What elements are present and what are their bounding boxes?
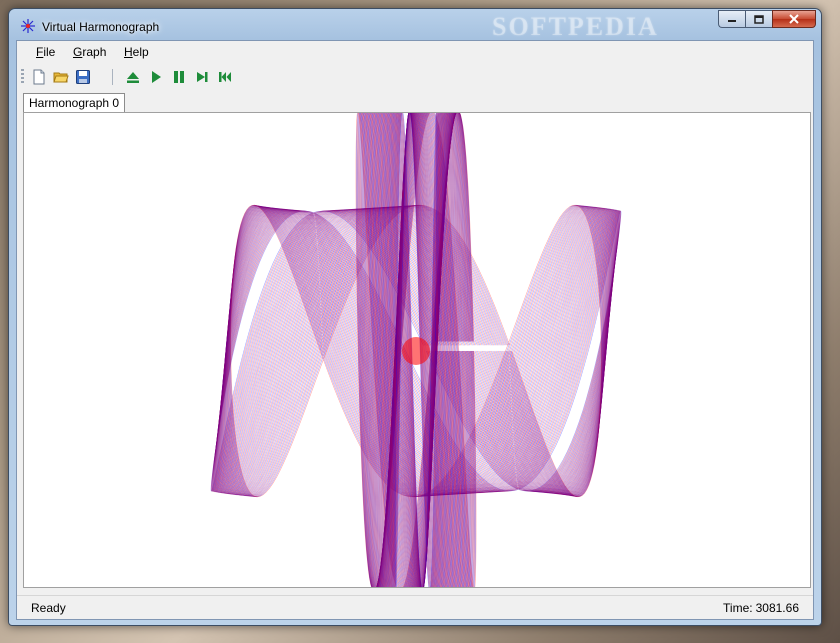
tab-strip: Harmonograph 0 xyxy=(17,91,813,113)
window-title: Virtual Harmonograph xyxy=(42,20,160,34)
status-text: Ready xyxy=(31,601,66,615)
maximize-icon xyxy=(754,14,764,24)
floppy-disk-icon xyxy=(76,70,90,84)
minimize-icon xyxy=(728,20,736,22)
menu-graph[interactable]: Graph xyxy=(73,45,106,59)
harmonograph-center-glow xyxy=(402,337,430,365)
menu-file-rest: ile xyxy=(43,45,56,59)
toolbar-grip[interactable] xyxy=(21,69,24,85)
time-label: Time: xyxy=(723,601,753,615)
status-bar: Ready Time: 3081.66 xyxy=(17,595,813,619)
client-area: File Graph Help Harmonograph 0 Ready Tim… xyxy=(16,40,814,620)
title-bar[interactable]: Virtual Harmonograph SOFTPEDIA xyxy=(9,9,821,41)
step-forward-icon xyxy=(197,72,208,82)
window-controls xyxy=(718,10,816,28)
pause-button[interactable] xyxy=(169,67,189,87)
play-button[interactable] xyxy=(146,67,166,87)
toolbar-separator xyxy=(112,69,113,85)
rewind-icon xyxy=(219,72,231,82)
new-document-button[interactable] xyxy=(29,67,49,87)
open-folder-button[interactable] xyxy=(51,67,71,87)
eject-button[interactable] xyxy=(123,67,143,87)
maximize-button[interactable] xyxy=(745,10,772,28)
time-readout: Time: 3081.66 xyxy=(723,601,799,615)
eject-icon xyxy=(127,72,139,83)
save-button[interactable] xyxy=(73,67,93,87)
menu-help-mnemonic: H xyxy=(124,45,133,59)
softpedia-watermark: SOFTPEDIA xyxy=(492,12,659,41)
tab-harmonograph-0[interactable]: Harmonograph 0 xyxy=(23,93,126,112)
time-value: 3081.66 xyxy=(755,601,799,615)
toolbar xyxy=(19,65,231,89)
app-window: Virtual Harmonograph SOFTPEDIA File Grap… xyxy=(8,8,822,626)
close-icon xyxy=(789,14,799,24)
step-forward-button[interactable] xyxy=(192,67,212,87)
menu-help[interactable]: Help xyxy=(124,45,149,59)
menu-help-rest: elp xyxy=(132,45,149,59)
new-page-icon xyxy=(33,69,45,85)
play-icon xyxy=(152,71,161,83)
folder-icon xyxy=(53,72,69,83)
menu-graph-mnemonic: G xyxy=(73,45,83,59)
harmonograph-drawing xyxy=(210,113,622,587)
menu-file[interactable]: File xyxy=(36,45,55,59)
menu-bar: File Graph Help xyxy=(17,41,813,63)
pause-icon xyxy=(174,71,184,83)
harmonograph-app-icon xyxy=(21,19,35,33)
close-button[interactable] xyxy=(772,10,816,28)
rewind-button[interactable] xyxy=(215,67,235,87)
menu-graph-rest: raph xyxy=(82,45,107,59)
minimize-button[interactable] xyxy=(718,10,745,28)
harmonograph-canvas[interactable] xyxy=(23,112,811,588)
